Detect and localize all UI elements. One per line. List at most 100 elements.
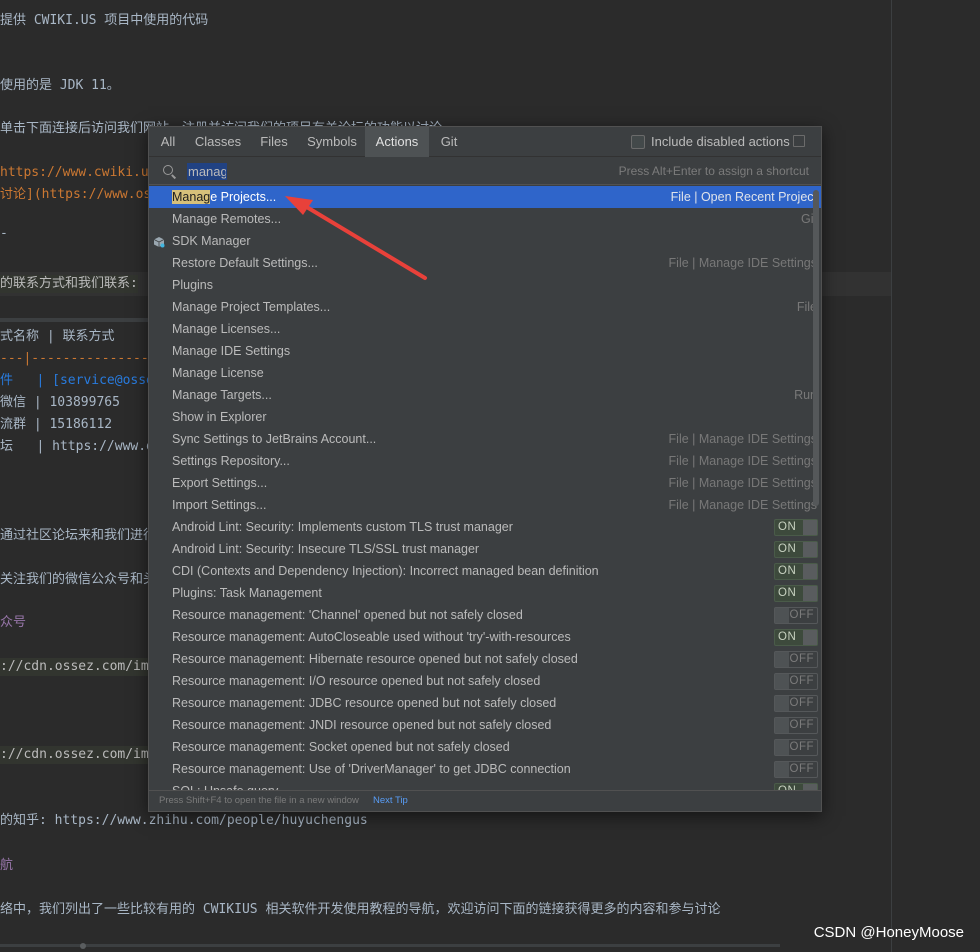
result-row[interactable]: Resource management: JDBC resource opene… bbox=[149, 692, 821, 714]
result-row[interactable]: Manage Projects... File | Open Recent Pro… bbox=[149, 186, 821, 208]
result-label: Resource management: Hibernate resource … bbox=[172, 648, 578, 670]
result-row[interactable]: Resource management: JNDI resource opene… bbox=[149, 714, 821, 736]
result-row[interactable]: Sync Settings to JetBrains Account... Fil… bbox=[149, 428, 821, 450]
result-row[interactable]: Manage License bbox=[149, 362, 821, 384]
result-label-text: Plugins bbox=[172, 278, 213, 292]
inspection-toggle[interactable]: OFF bbox=[774, 695, 818, 712]
sdk-manager-icon bbox=[153, 235, 165, 248]
result-label: Resource management: AutoCloseable used … bbox=[172, 626, 571, 648]
result-label-text: Resource management: Socket opened but n… bbox=[172, 740, 510, 754]
inspection-toggle[interactable]: ON bbox=[774, 519, 818, 536]
result-label: Resource management: Socket opened but n… bbox=[172, 736, 510, 758]
pin-window-icon[interactable] bbox=[793, 135, 805, 147]
result-row[interactable]: Manage Project Templates... File bbox=[149, 296, 821, 318]
tab-all[interactable]: All bbox=[149, 127, 187, 157]
tab-git[interactable]: Git bbox=[429, 127, 469, 157]
result-row[interactable]: CDI (Contexts and Dependency Injection):… bbox=[149, 560, 821, 582]
editor-line: 微信 | 103899765 bbox=[0, 395, 120, 410]
result-row[interactable]: Plugins: Task Management ON bbox=[149, 582, 821, 604]
result-row[interactable]: SQL: Unsafe query ON bbox=[149, 780, 821, 790]
search-match-highlight: Manag bbox=[172, 190, 211, 204]
next-tip-link[interactable]: Next Tip bbox=[373, 791, 408, 811]
result-label: Android Lint: Security: Implements custo… bbox=[172, 516, 513, 538]
result-row[interactable]: Plugins bbox=[149, 274, 821, 296]
result-row[interactable]: Resource management: AutoCloseable used … bbox=[149, 626, 821, 648]
result-row[interactable]: Android Lint: Security: Implements custo… bbox=[149, 516, 821, 538]
tab-actions[interactable]: Actions bbox=[365, 127, 429, 157]
result-row[interactable]: Restore Default Settings... File | Manage… bbox=[149, 252, 821, 274]
inspection-toggle[interactable]: ON bbox=[774, 541, 818, 558]
results-scrollbar-thumb[interactable] bbox=[813, 190, 819, 506]
result-label-text: SDK Manager bbox=[172, 234, 251, 248]
inspection-toggle[interactable]: OFF bbox=[774, 651, 818, 668]
toggle-state-label: OFF bbox=[789, 675, 814, 687]
editor-line: 的联系方式和我们联系: bbox=[0, 275, 138, 293]
result-location: File | Manage IDE Settings bbox=[668, 498, 817, 512]
inspection-toggle[interactable]: OFF bbox=[774, 607, 818, 624]
toggle-state-label: OFF bbox=[789, 741, 814, 753]
result-label-text: e Projects... bbox=[210, 190, 277, 204]
result-label: Manage License bbox=[172, 362, 264, 384]
result-row[interactable]: Resource management: Use of 'DriverManag… bbox=[149, 758, 821, 780]
result-label: Restore Default Settings... bbox=[172, 252, 318, 274]
result-label-text: Sync Settings to JetBrains Account... bbox=[172, 432, 377, 446]
result-row[interactable]: SDK Manager bbox=[149, 230, 821, 252]
result-row[interactable]: Settings Repository... File | Manage IDE … bbox=[149, 450, 821, 472]
results-list[interactable]: Manage Projects... File | Open Recent Pro… bbox=[149, 186, 821, 790]
result-row[interactable]: Export Settings... File | Manage IDE Sett… bbox=[149, 472, 821, 494]
search-everywhere-popup[interactable]: All Classes Files Symbols Actions Git In… bbox=[148, 126, 822, 812]
inspection-toggle[interactable]: OFF bbox=[774, 673, 818, 690]
result-label: Manage Projects... bbox=[172, 186, 276, 208]
result-label: Resource management: Use of 'DriverManag… bbox=[172, 758, 571, 780]
result-label: Manage IDE Settings bbox=[172, 340, 290, 362]
result-row[interactable]: Android Lint: Security: Insecure TLS/SSL… bbox=[149, 538, 821, 560]
search-input[interactable] bbox=[187, 163, 227, 180]
include-disabled-label[interactable]: Include disabled actions bbox=[651, 127, 790, 157]
horizontal-scrollbar-thumb[interactable] bbox=[80, 943, 86, 949]
horizontal-scrollbar[interactable] bbox=[0, 944, 780, 947]
result-label: Manage Project Templates... bbox=[172, 296, 330, 318]
inspection-toggle[interactable]: ON bbox=[774, 563, 818, 580]
result-label-text: Resource management: AutoCloseable used … bbox=[172, 630, 571, 644]
inspection-toggle[interactable]: OFF bbox=[774, 717, 818, 734]
result-label: Export Settings... bbox=[172, 472, 267, 494]
result-label: Resource management: JNDI resource opene… bbox=[172, 714, 551, 736]
toggle-state-label: ON bbox=[778, 587, 797, 599]
result-row[interactable]: Show in Explorer bbox=[149, 406, 821, 428]
result-label: Resource management: I/O resource opened… bbox=[172, 670, 540, 692]
toggle-state-label: OFF bbox=[789, 763, 814, 775]
result-row[interactable]: Resource management: I/O resource opened… bbox=[149, 670, 821, 692]
result-row[interactable]: Manage Licenses... bbox=[149, 318, 821, 340]
include-disabled-checkbox[interactable] bbox=[631, 135, 645, 149]
inspection-toggle[interactable]: ON bbox=[774, 585, 818, 602]
result-label-text: Android Lint: Security: Insecure TLS/SSL… bbox=[172, 542, 480, 556]
toggle-state-label: OFF bbox=[789, 653, 814, 665]
tab-classes[interactable]: Classes bbox=[187, 127, 249, 157]
result-row[interactable]: Resource management: 'Channel' opened bu… bbox=[149, 604, 821, 626]
result-row[interactable]: Import Settings... File | Manage IDE Sett… bbox=[149, 494, 821, 516]
editor-line: 络中，我们列出了一些比较有用的 CWIKIUS 相关软件开发使用教程的导航，欢迎… bbox=[0, 902, 721, 917]
tab-files[interactable]: Files bbox=[249, 127, 299, 157]
inspection-toggle[interactable]: ON bbox=[774, 629, 818, 646]
result-row[interactable]: Resource management: Socket opened but n… bbox=[149, 736, 821, 758]
inspection-toggle[interactable]: OFF bbox=[774, 761, 818, 778]
right-margin-guide bbox=[891, 0, 892, 952]
result-row[interactable]: Manage Remotes... Git bbox=[149, 208, 821, 230]
tab-symbols[interactable]: Symbols bbox=[299, 127, 365, 157]
result-label: Resource management: 'Channel' opened bu… bbox=[172, 604, 523, 626]
result-label-text: Export Settings... bbox=[172, 476, 268, 490]
result-label: CDI (Contexts and Dependency Injection):… bbox=[172, 560, 599, 582]
inspection-toggle[interactable]: ON bbox=[774, 783, 818, 790]
editor-line: ://cdn.ossez.com/img/ bbox=[0, 658, 165, 676]
result-label-text: Restore Default Settings... bbox=[172, 256, 318, 270]
result-row[interactable]: Manage IDE Settings bbox=[149, 340, 821, 362]
result-row[interactable]: Manage Targets... Run bbox=[149, 384, 821, 406]
result-label: Plugins: Task Management bbox=[172, 582, 322, 604]
inspection-toggle[interactable]: OFF bbox=[774, 739, 818, 756]
popup-footer: Press Shift+F4 to open the file in a new… bbox=[149, 790, 821, 811]
result-row[interactable]: Resource management: Hibernate resource … bbox=[149, 648, 821, 670]
result-label-text: Resource management: Use of 'DriverManag… bbox=[172, 762, 571, 776]
result-label-text: CDI (Contexts and Dependency Injection):… bbox=[172, 564, 599, 578]
results-scrollbar[interactable] bbox=[813, 186, 819, 790]
result-location: File | Manage IDE Settings bbox=[668, 256, 817, 270]
